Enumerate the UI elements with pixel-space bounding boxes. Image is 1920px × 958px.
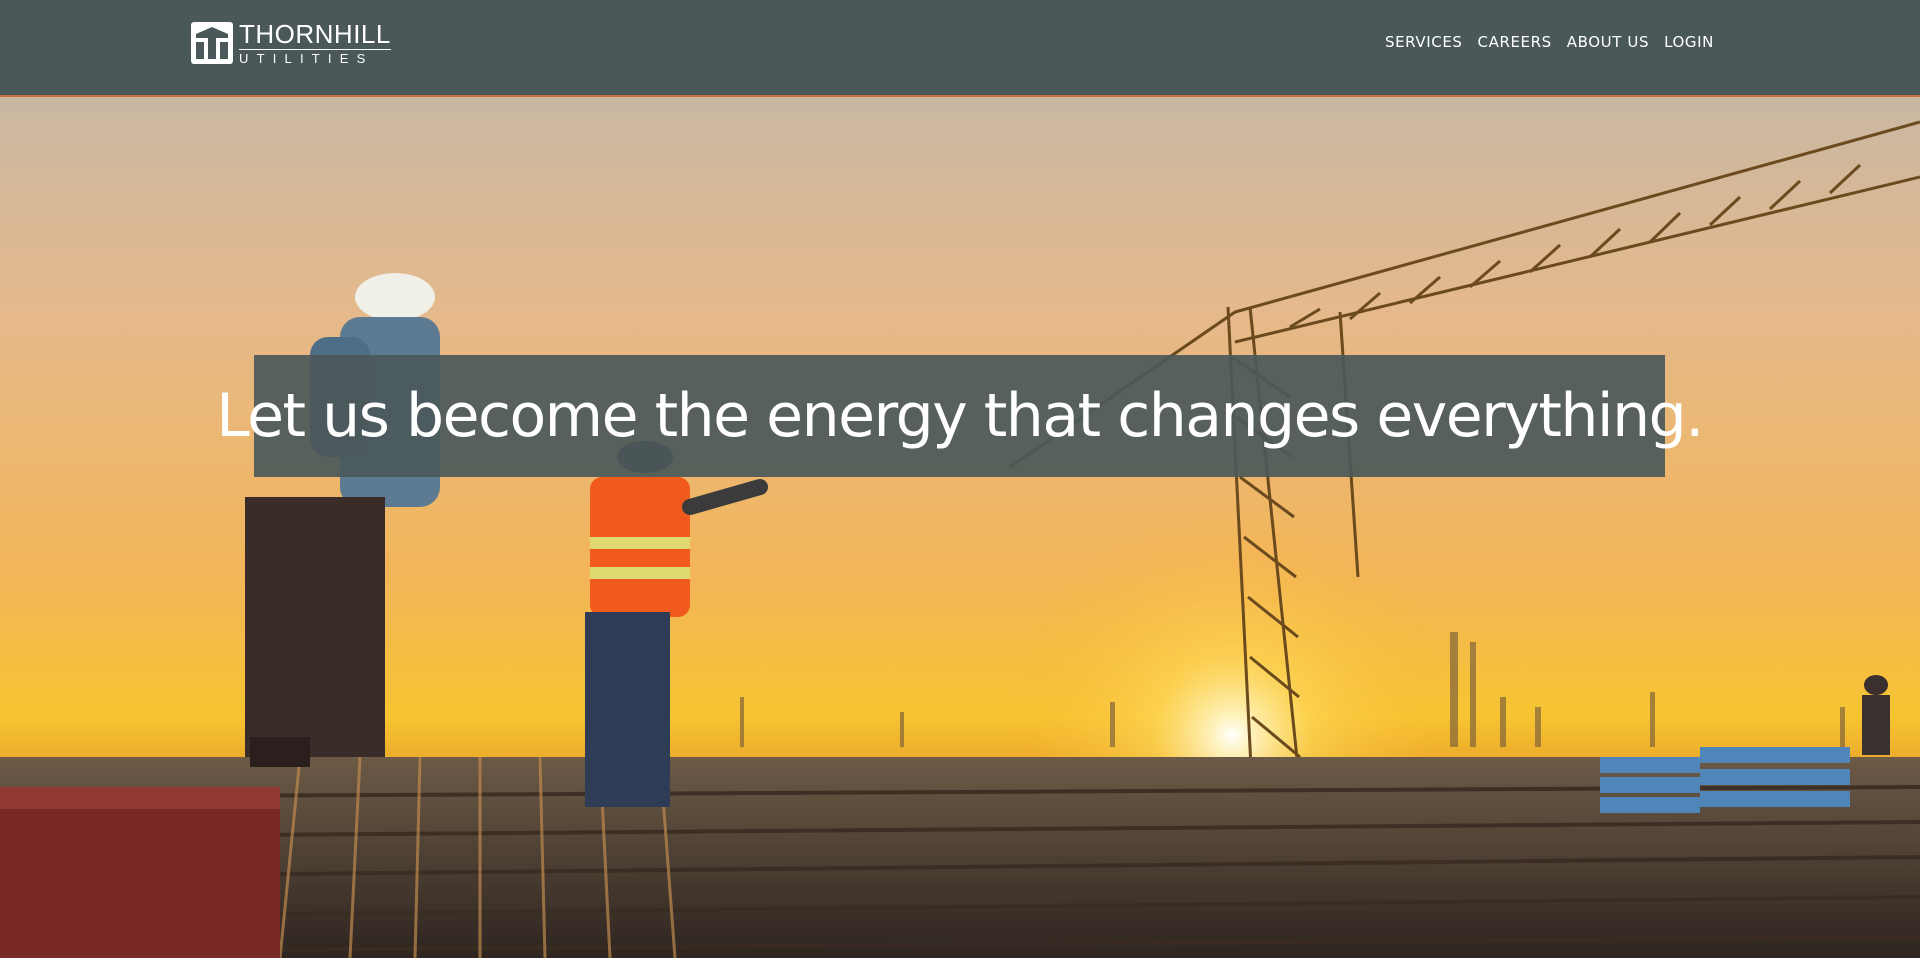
hero-background-image <box>0 97 1920 958</box>
main-nav: SERVICES CAREERS ABOUT US LOGIN <box>1385 33 1714 51</box>
nav-login[interactable]: LOGIN <box>1664 33 1714 51</box>
brand-name-line2: UTILITIES <box>239 51 374 66</box>
tagline-banner: Let us become the energy that changes ev… <box>216 355 1704 477</box>
brand-name: THORNHILL UTILITIES <box>239 19 391 68</box>
brand-logo[interactable]: THORNHILL UTILITIES <box>191 19 391 68</box>
hero-tagline: Let us become the energy that changes ev… <box>216 381 1704 451</box>
nav-services[interactable]: SERVICES <box>1385 33 1463 51</box>
hero-section: Let us become the energy that changes ev… <box>0 97 1920 958</box>
nav-careers[interactable]: CAREERS <box>1478 33 1552 51</box>
brand-name-line1: THORNHILL <box>239 19 391 50</box>
nav-about-us[interactable]: ABOUT US <box>1567 33 1649 51</box>
thornhill-logo-icon <box>191 22 233 64</box>
page: THORNHILL UTILITIES SERVICES CAREERS ABO… <box>0 0 1920 958</box>
site-header: THORNHILL UTILITIES SERVICES CAREERS ABO… <box>0 0 1920 97</box>
